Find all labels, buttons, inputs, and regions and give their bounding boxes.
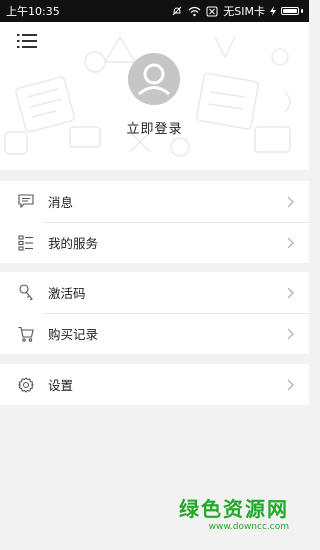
- menu-item-purchase-history[interactable]: 购买记录: [0, 313, 309, 354]
- carrier-label: 无SIM卡: [223, 5, 265, 18]
- watermark-url: www.downcc.com: [208, 522, 289, 532]
- chevron-right-icon: [285, 328, 295, 340]
- battery-icon: [281, 7, 303, 15]
- status-time: 上午10:35: [6, 5, 60, 18]
- no-sim-icon: [206, 6, 218, 17]
- menu-button[interactable]: [14, 30, 40, 52]
- status-bar: 上午10:35 无SIM卡: [0, 0, 309, 22]
- menu-list-icon: [17, 34, 37, 48]
- cart-icon: [18, 326, 34, 342]
- user-icon: [128, 53, 180, 105]
- message-icon: [18, 194, 34, 210]
- menu-item-label: 激活码: [48, 286, 86, 301]
- menu-item-messages[interactable]: 消息: [0, 181, 309, 222]
- services-list-icon: [18, 234, 34, 251]
- menu-item-settings[interactable]: 设置: [0, 364, 309, 405]
- menu-item-label: 我的服务: [48, 236, 99, 251]
- gear-icon: [18, 376, 34, 393]
- menu-item-label: 购买记录: [48, 327, 99, 342]
- charging-icon: [270, 6, 276, 16]
- watermark-title: 绿色资源网: [179, 497, 289, 521]
- chevron-right-icon: [285, 237, 295, 249]
- wifi-icon: [188, 6, 201, 17]
- menu-item-label: 消息: [48, 195, 74, 210]
- key-icon: [18, 284, 34, 301]
- dnd-icon: [171, 5, 183, 17]
- menu-item-label: 设置: [48, 378, 74, 393]
- login-link[interactable]: 立即登录: [0, 118, 309, 137]
- avatar[interactable]: [128, 53, 180, 105]
- menu-group-2: 激活码 购买记录: [0, 272, 309, 354]
- menu-group-1: 消息 我的服务: [0, 181, 309, 263]
- menu-item-activation-code[interactable]: 激活码: [0, 272, 309, 313]
- watermark: 绿色资源网 www.downcc.com: [179, 497, 289, 533]
- chevron-right-icon: [285, 379, 295, 391]
- chevron-right-icon: [285, 196, 295, 208]
- menu-group-3: 设置: [0, 364, 309, 405]
- chevron-right-icon: [285, 287, 295, 299]
- menu-item-my-services[interactable]: 我的服务: [0, 222, 309, 263]
- profile-header: 立即登录: [0, 22, 309, 170]
